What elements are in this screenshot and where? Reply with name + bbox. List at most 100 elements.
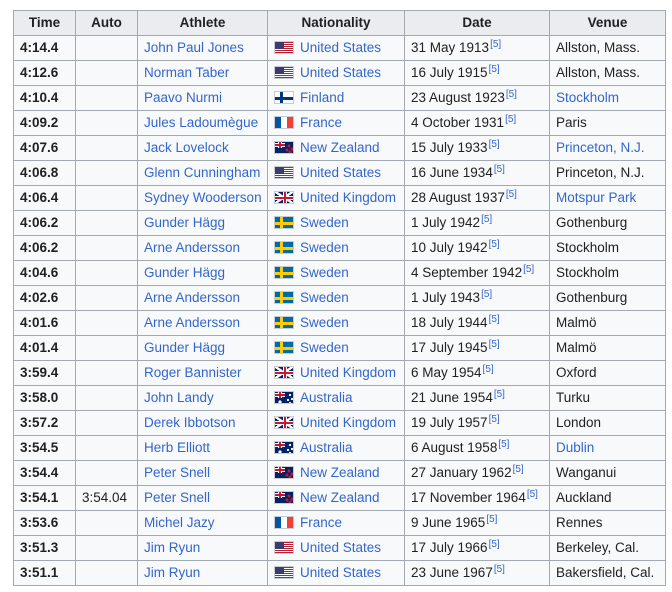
athlete-link[interactable]: Paavo Nurmi [144,90,222,105]
reference-link[interactable]: [5] [486,514,497,525]
athlete-link[interactable]: Glenn Cunningham [144,165,260,180]
athlete-link[interactable]: Herb Elliott [144,440,210,455]
venue-cell: Oxford [549,360,666,386]
nationality-link[interactable]: Sweden [300,315,349,330]
header-time[interactable]: Time [13,10,76,36]
reference-link[interactable]: [5] [481,214,492,225]
nationality-link[interactable]: United States [300,40,381,55]
athlete-link[interactable]: Jack Lovelock [144,140,229,155]
header-auto[interactable]: Auto [75,10,138,36]
athlete-link[interactable]: Peter Snell [144,490,210,505]
nationality-link[interactable]: New Zealand [300,490,380,505]
nationality-link[interactable]: Sweden [300,265,349,280]
flag-us-icon[interactable] [274,66,294,79]
nationality-link[interactable]: Sweden [300,240,349,255]
header-nationality[interactable]: Nationality [267,10,405,36]
athlete-link[interactable]: Jules Ladoumègue [144,115,258,130]
nationality-link[interactable]: United States [300,565,381,580]
nationality-link[interactable]: United Kingdom [300,365,396,380]
header-athlete[interactable]: Athlete [137,10,268,36]
reference-link[interactable]: [5] [489,139,500,150]
flag-se-icon[interactable] [274,316,294,329]
athlete-link[interactable]: Norman Taber [144,65,229,80]
athlete-link[interactable]: Jim Ryun [144,540,200,555]
header-venue[interactable]: Venue [549,10,666,36]
athlete-link[interactable]: Derek Ibbotson [144,415,236,430]
venue-link[interactable]: Princeton, N.J. [556,140,645,155]
athlete-cell: Gunder Hägg [137,210,268,236]
athlete-link[interactable]: Sydney Wooderson [144,190,262,205]
nationality-link[interactable]: United Kingdom [300,190,396,205]
athlete-link[interactable]: John Landy [144,390,214,405]
reference-link[interactable]: [5] [527,489,538,500]
reference-link[interactable]: [5] [494,164,505,175]
athlete-link[interactable]: Michel Jazy [144,515,215,530]
flag-us-icon[interactable] [274,166,294,179]
reference-link[interactable]: [5] [483,364,494,375]
reference-link[interactable]: [5] [489,64,500,75]
athlete-link[interactable]: Roger Bannister [144,365,242,380]
nationality-link[interactable]: United States [300,540,381,555]
reference-link[interactable]: [5] [494,389,505,400]
athlete-link[interactable]: Arne Andersson [144,240,240,255]
venue-link[interactable]: Motspur Park [556,190,636,205]
reference-link[interactable]: [5] [498,439,509,450]
nationality-link[interactable]: France [300,515,342,530]
flag-fr-icon[interactable] [274,516,294,529]
reference-link[interactable]: [5] [523,264,534,275]
flag-gb-icon[interactable] [274,191,294,204]
flag-se-icon[interactable] [274,341,294,354]
reference-link[interactable]: [5] [489,414,500,425]
nationality-link[interactable]: United Kingdom [300,415,396,430]
reference-link[interactable]: [5] [513,464,524,475]
nationality-link[interactable]: New Zealand [300,465,380,480]
nationality-link[interactable]: France [300,115,342,130]
header-date[interactable]: Date [404,10,550,36]
flag-us-icon[interactable] [274,41,294,54]
reference-link[interactable]: [5] [494,564,505,575]
nationality-link[interactable]: Australia [300,440,353,455]
athlete-link[interactable]: Peter Snell [144,465,210,480]
flag-se-icon[interactable] [274,266,294,279]
nationality-link[interactable]: Sweden [300,340,349,355]
reference-link[interactable]: [5] [506,89,517,100]
flag-nz-icon[interactable] [274,491,294,504]
flag-au-icon[interactable] [274,441,294,454]
flag-se-icon[interactable] [274,241,294,254]
flag-fr-icon[interactable] [274,116,294,129]
athlete-link[interactable]: Gunder Hägg [144,215,225,230]
venue-link[interactable]: Stockholm [556,90,619,105]
flag-au-icon[interactable] [274,391,294,404]
nationality-link[interactable]: New Zealand [300,140,380,155]
athlete-link[interactable]: Gunder Hägg [144,265,225,280]
reference-link[interactable]: [5] [489,339,500,350]
reference-link[interactable]: [5] [481,289,492,300]
flag-fi-icon[interactable] [274,91,294,104]
athlete-link[interactable]: Arne Andersson [144,290,240,305]
reference-link[interactable]: [5] [489,314,500,325]
reference-link[interactable]: [5] [490,39,501,50]
nationality-link[interactable]: United States [300,65,381,80]
reference-link[interactable]: [5] [506,189,517,200]
reference-link[interactable]: [5] [489,539,500,550]
flag-nz-icon[interactable] [274,141,294,154]
flag-gb-icon[interactable] [274,366,294,379]
reference-link[interactable]: [5] [489,239,500,250]
nationality-link[interactable]: Australia [300,390,353,405]
athlete-link[interactable]: John Paul Jones [144,40,244,55]
venue-link[interactable]: Dublin [556,440,594,455]
flag-se-icon[interactable] [274,291,294,304]
flag-us-icon[interactable] [274,541,294,554]
nationality-link[interactable]: United States [300,165,381,180]
athlete-link[interactable]: Gunder Hägg [144,340,225,355]
athlete-link[interactable]: Arne Andersson [144,315,240,330]
athlete-link[interactable]: Jim Ryun [144,565,200,580]
flag-se-icon[interactable] [274,216,294,229]
nationality-link[interactable]: Sweden [300,215,349,230]
reference-link[interactable]: [5] [505,114,516,125]
flag-us-icon[interactable] [274,566,294,579]
flag-nz-icon[interactable] [274,466,294,479]
nationality-link[interactable]: Sweden [300,290,349,305]
flag-gb-icon[interactable] [274,416,294,429]
nationality-link[interactable]: Finland [300,90,344,105]
